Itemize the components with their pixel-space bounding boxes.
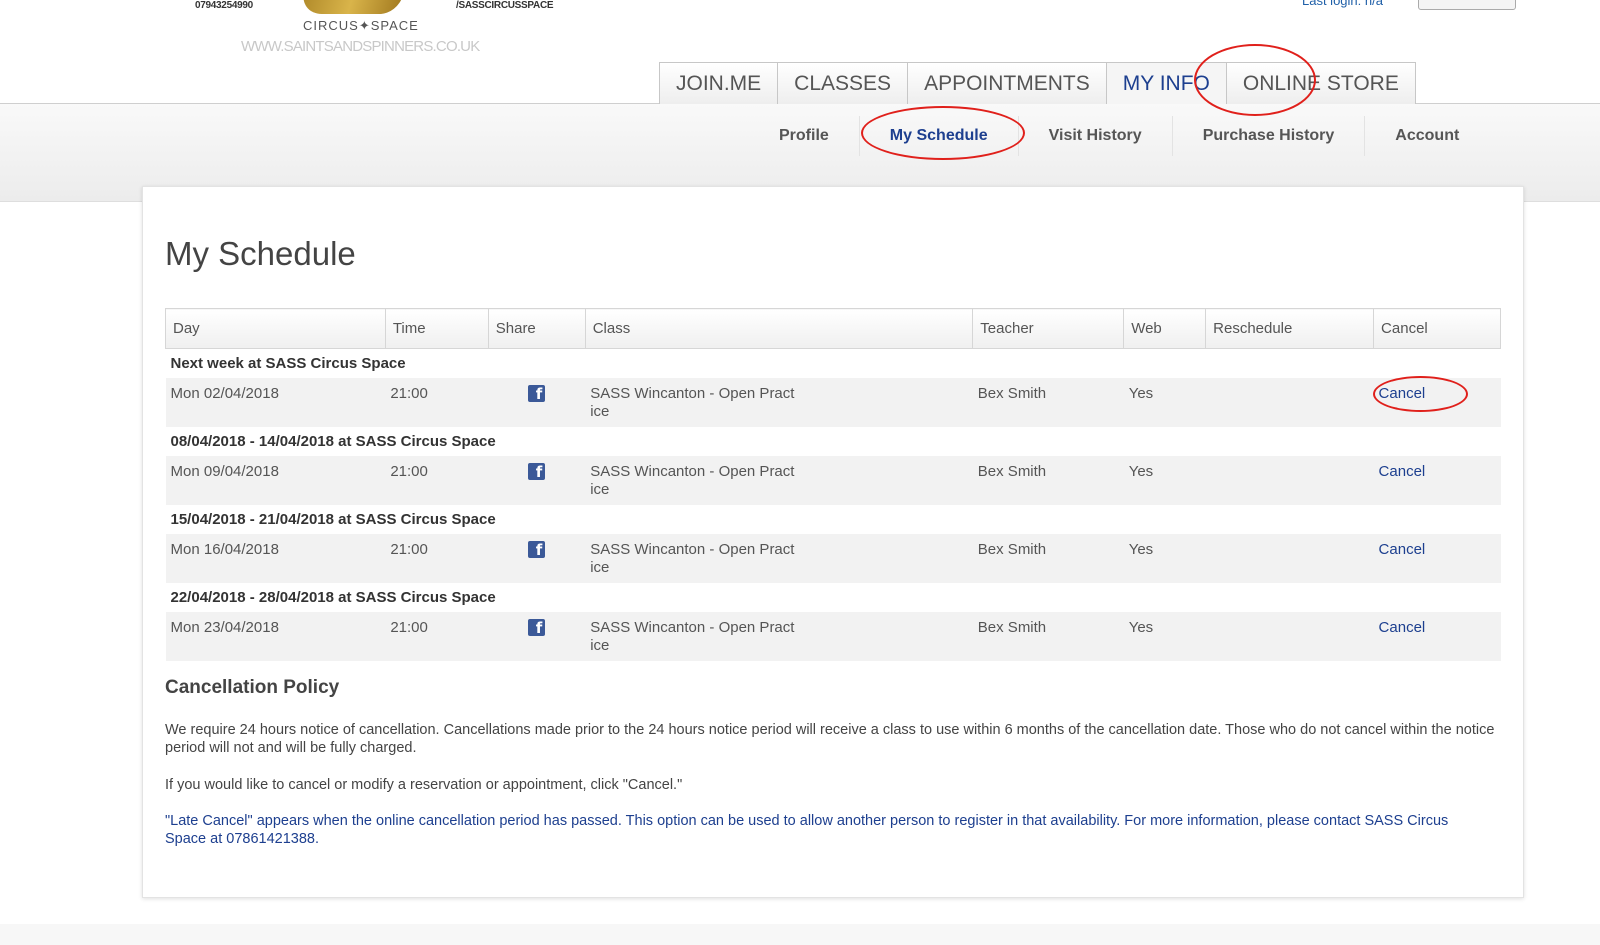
logo-phone-number: 07943254990	[195, 0, 253, 11]
cell-teacher: Bex Smith	[972, 455, 1124, 505]
class-name-line1: SASS Wincanton - Open Pract	[590, 540, 795, 558]
cell-class: SASS Wincanton - Open Pract ice	[585, 533, 973, 583]
group-title: 08/04/2018 - 14/04/2018 at SASS Circus S…	[165, 426, 1501, 456]
cancel-link[interactable]: Cancel	[1379, 541, 1426, 558]
header-class[interactable]: Class	[584, 308, 974, 349]
cell-teacher: Bex Smith	[972, 377, 1124, 427]
header-web: Web	[1123, 308, 1207, 349]
cell-class: SASS Wincanton - Open Pract ice	[585, 377, 973, 427]
facebook-icon[interactable]: f	[528, 540, 546, 559]
class-name-line2: ice	[590, 402, 610, 420]
cancel-link[interactable]: Cancel	[1379, 619, 1426, 636]
header-reschedule: Reschedule	[1205, 308, 1375, 349]
cell-time: 21:00	[385, 533, 489, 583]
cancel-link[interactable]: Cancel	[1379, 385, 1426, 402]
group-row: Next week at SASS Circus Space	[165, 348, 1501, 378]
cell-day: Mon 02/04/2018	[165, 377, 386, 427]
header-cancel: Cancel	[1373, 308, 1501, 349]
cell-day: Mon 09/04/2018	[165, 455, 386, 505]
group-row: 15/04/2018 - 21/04/2018 at SASS Circus S…	[165, 504, 1501, 534]
class-name-line1: SASS Wincanton - Open Pract	[590, 462, 795, 480]
cell-reschedule	[1205, 611, 1374, 661]
table-row: Mon 02/04/2018 21:00 f SASS Wincanton - …	[165, 377, 1501, 427]
class-name-line2: ice	[590, 480, 610, 498]
logo-circus-text: CIRCUS✦SPACE	[303, 18, 419, 33]
tab-online-store[interactable]: ONLINE STORE	[1225, 62, 1416, 104]
cell-time: 21:00	[385, 455, 489, 505]
group-row: 08/04/2018 - 14/04/2018 at SASS Circus S…	[165, 426, 1501, 456]
site-header: 07943254990 /SASSCIRCUSSPACE CIRCUS✦SPAC…	[0, 0, 1600, 105]
content-panel: My Schedule Day Time Share Class Teacher…	[142, 186, 1524, 898]
cell-cancel: Cancel	[1373, 377, 1501, 427]
header-account-button[interactable]	[1418, 0, 1516, 10]
cell-cancel: Cancel	[1373, 533, 1501, 583]
logo-url-text: WWW.SAINTSANDSPINNERS.CO.UK	[241, 38, 480, 55]
cell-web: Yes	[1123, 533, 1206, 583]
header-teacher[interactable]: Teacher	[972, 308, 1125, 349]
cell-teacher: Bex Smith	[972, 533, 1124, 583]
cell-share: f	[488, 455, 586, 505]
table-row: Mon 16/04/2018 21:00 f SASS Wincanton - …	[165, 533, 1501, 583]
cell-share: f	[488, 377, 586, 427]
header-day[interactable]: Day	[165, 308, 386, 349]
logo-mark-icon	[297, 0, 405, 14]
page-footer-band	[0, 924, 1600, 945]
cancellation-policy-title: Cancellation Policy	[165, 677, 340, 698]
group-title: 22/04/2018 - 28/04/2018 at SASS Circus S…	[165, 582, 1501, 612]
class-name-line1: SASS Wincanton - Open Pract	[590, 384, 795, 402]
group-title: 15/04/2018 - 21/04/2018 at SASS Circus S…	[165, 504, 1501, 534]
facebook-icon[interactable]: f	[528, 462, 546, 481]
cell-web: Yes	[1123, 611, 1206, 661]
cell-web: Yes	[1123, 455, 1206, 505]
tab-my-info[interactable]: MY INFO	[1105, 62, 1227, 105]
cell-share: f	[488, 611, 586, 661]
cell-teacher: Bex Smith	[972, 611, 1124, 661]
tab-classes[interactable]: CLASSES	[777, 62, 909, 104]
cell-reschedule	[1205, 533, 1374, 583]
cell-cancel: Cancel	[1373, 611, 1501, 661]
cell-day: Mon 16/04/2018	[165, 533, 386, 583]
subnav: Profile My Schedule Visit History Purcha…	[749, 116, 1489, 156]
table-row: Mon 23/04/2018 21:00 f SASS Wincanton - …	[165, 611, 1501, 661]
page-title: My Schedule	[165, 235, 356, 272]
cell-class: SASS Wincanton - Open Pract ice	[585, 455, 973, 505]
group-row: 22/04/2018 - 28/04/2018 at SASS Circus S…	[165, 582, 1501, 612]
cell-class: SASS Wincanton - Open Pract ice	[585, 611, 973, 661]
subnav-visit-history[interactable]: Visit History	[1019, 116, 1173, 156]
class-name-line1: SASS Wincanton - Open Pract	[590, 618, 795, 636]
main-tabs: JOIN.ME CLASSES APPOINTMENTS MY INFO ONL…	[659, 62, 1416, 105]
logo-social-handle: /SASSCIRCUSSPACE	[456, 0, 554, 11]
subnav-purchase-history[interactable]: Purchase History	[1173, 116, 1366, 156]
site-logo[interactable]: 07943254990 /SASSCIRCUSSPACE CIRCUS✦SPAC…	[143, 0, 554, 60]
class-name-line2: ice	[590, 558, 610, 576]
header-time[interactable]: Time	[384, 308, 489, 349]
cancel-link[interactable]: Cancel	[1379, 463, 1426, 480]
cell-share: f	[488, 533, 586, 583]
subnav-profile[interactable]: Profile	[749, 116, 860, 156]
table-header-row: Day Time Share Class Teacher Web Resched…	[165, 308, 1501, 349]
cell-web: Yes	[1123, 377, 1206, 427]
facebook-icon[interactable]: f	[528, 384, 546, 403]
subnav-account[interactable]: Account	[1365, 116, 1489, 156]
group-title: Next week at SASS Circus Space	[165, 348, 1501, 378]
cancellation-instructions: If you would like to cancel or modify a …	[165, 777, 683, 793]
class-name-line2: ice	[590, 636, 610, 654]
table-row: Mon 09/04/2018 21:00 f SASS Wincanton - …	[165, 455, 1501, 505]
facebook-icon[interactable]: f	[528, 618, 546, 637]
schedule-table: Day Time Share Class Teacher Web Resched…	[165, 308, 1501, 661]
cell-reschedule	[1205, 455, 1374, 505]
subnav-my-schedule[interactable]: My Schedule	[860, 116, 1019, 156]
cell-time: 21:00	[385, 611, 489, 661]
last-login-text: Last login: n/a	[1302, 0, 1383, 8]
cell-time: 21:00	[385, 377, 489, 427]
cell-day: Mon 23/04/2018	[165, 611, 386, 661]
tab-join-me[interactable]: JOIN.ME	[659, 62, 779, 104]
header-share: Share	[487, 308, 586, 349]
cancellation-policy-text: We require 24 hours notice of cancellati…	[165, 722, 1495, 756]
cell-reschedule	[1205, 377, 1374, 427]
late-cancel-info: "Late Cancel" appears when the online ca…	[165, 813, 1449, 847]
cell-cancel: Cancel	[1373, 455, 1501, 505]
tab-appointments[interactable]: APPOINTMENTS	[907, 62, 1107, 104]
